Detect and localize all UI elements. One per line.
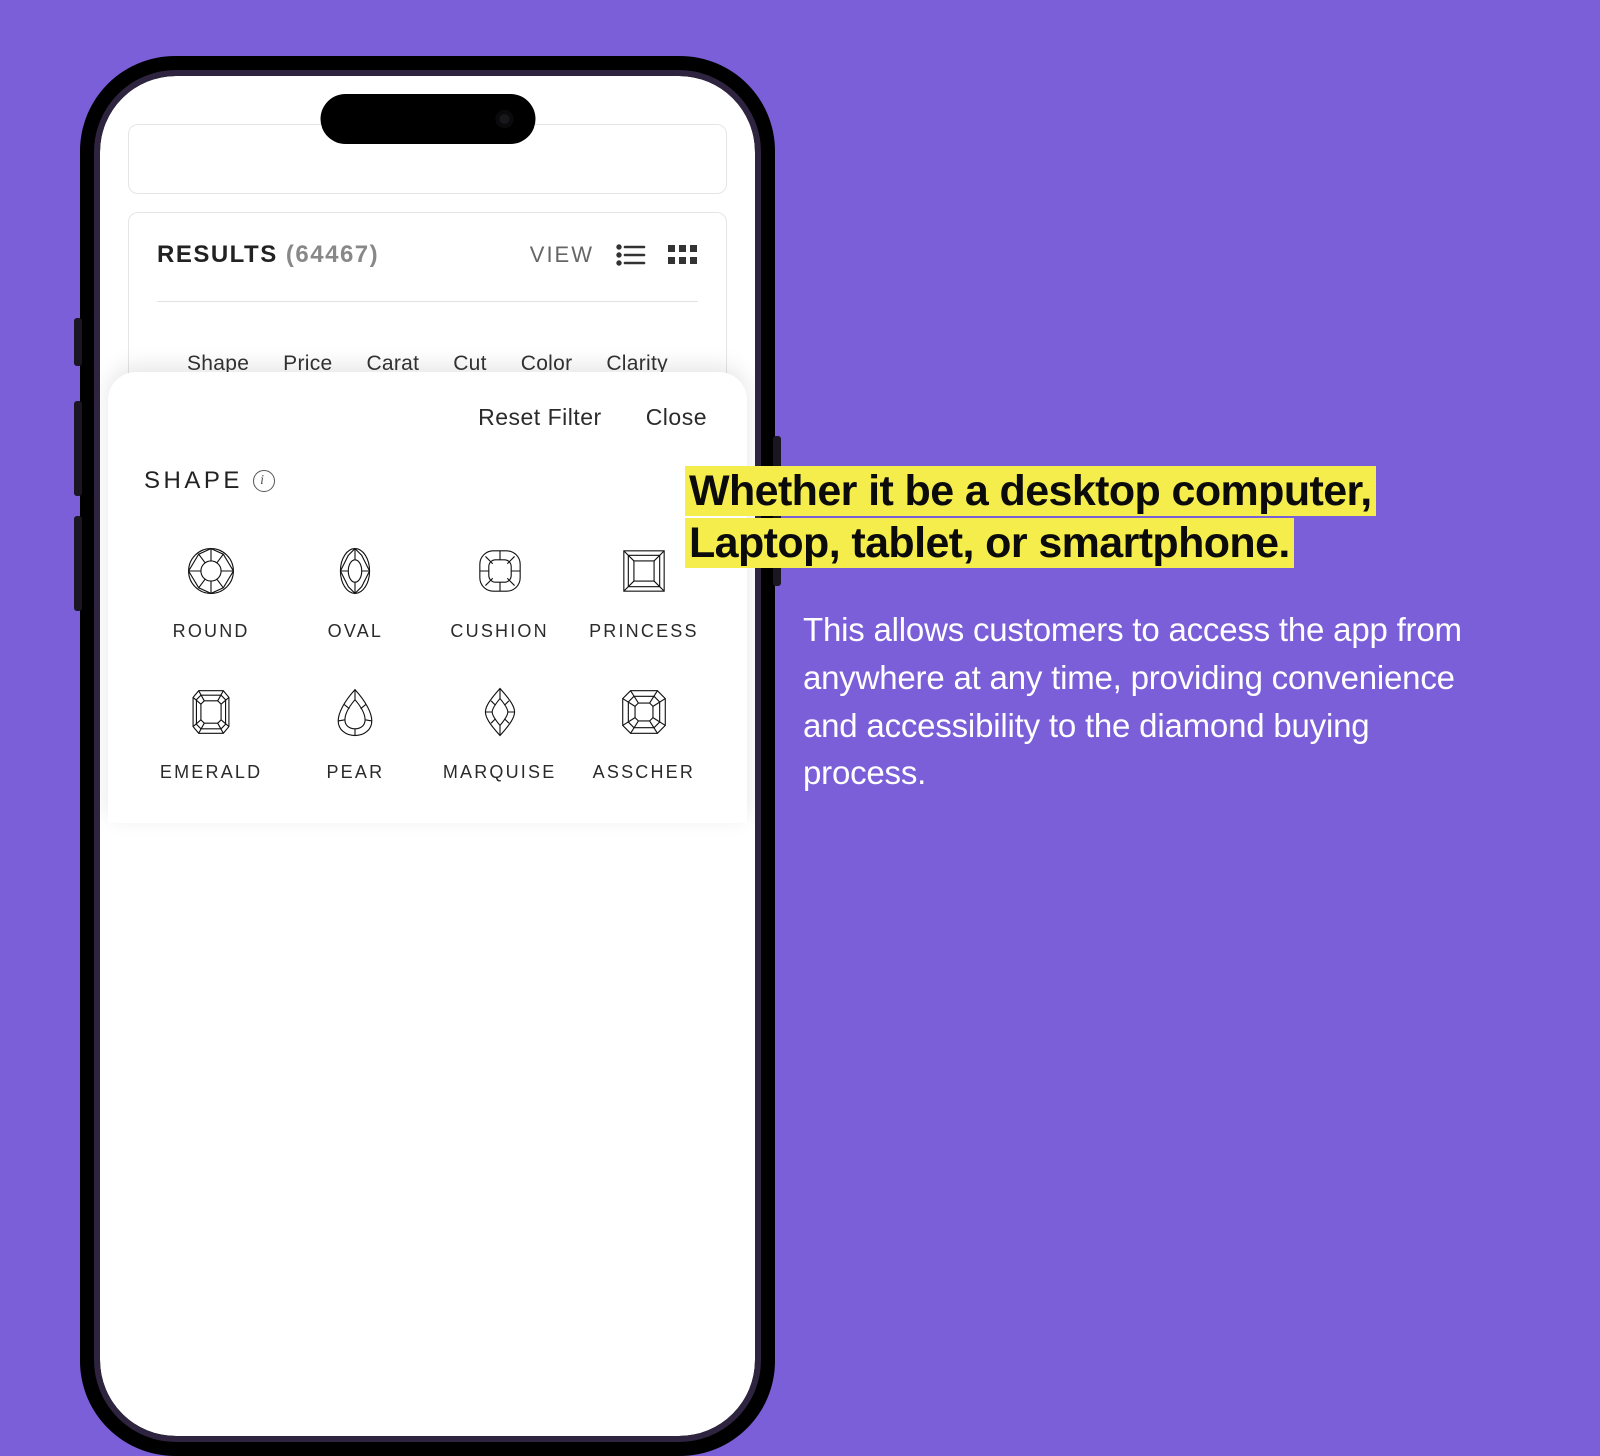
princess-icon	[616, 543, 672, 599]
shape-marquise[interactable]: MARQUISE	[433, 684, 567, 783]
results-title: RESULTS (64467)	[157, 241, 379, 269]
headline-line-1: Whether it be a desktop computer,	[685, 466, 1376, 516]
round-icon	[183, 543, 239, 599]
view-label: VIEW	[530, 242, 594, 268]
list-view-icon[interactable]	[616, 243, 646, 267]
results-label: RESULTS	[157, 241, 278, 268]
shape-round[interactable]: ROUND	[144, 543, 278, 642]
oval-icon	[327, 543, 383, 599]
shape-label: CUSHION	[450, 621, 548, 642]
marketing-copy: Whether it be a desktop computer, Laptop…	[685, 465, 1535, 797]
body-text: This allows customers to access the app …	[803, 606, 1483, 797]
shape-label: EMERALD	[160, 762, 262, 783]
results-count: (64467)	[286, 241, 379, 268]
sheet-title: SHAPE	[144, 467, 243, 495]
shape-emerald[interactable]: EMERALD	[144, 684, 278, 783]
close-button[interactable]: Close	[646, 404, 707, 431]
cushion-icon	[472, 543, 528, 599]
grid-view-icon[interactable]	[668, 243, 698, 267]
shape-filter-sheet: Reset Filter Close SHAPE i	[108, 372, 747, 823]
headline: Whether it be a desktop computer, Laptop…	[685, 465, 1535, 570]
phone-notch	[320, 94, 535, 144]
shape-cushion[interactable]: CUSHION	[433, 543, 567, 642]
shape-label: OVAL	[328, 621, 384, 642]
phone-side-button	[74, 318, 82, 366]
app-root: RESULTS (64467) VIEW	[100, 76, 755, 1436]
shape-grid: ROUND OVAL	[144, 543, 711, 783]
shape-label: PEAR	[326, 762, 384, 783]
shape-pear[interactable]: PEAR	[288, 684, 422, 783]
emerald-icon	[183, 684, 239, 740]
marquise-icon	[472, 684, 528, 740]
phone-frame: RESULTS (64467) VIEW	[80, 56, 775, 1456]
phone-side-button	[74, 516, 82, 611]
shape-label: ROUND	[173, 621, 250, 642]
headline-line-2: Laptop, tablet, or smartphone.	[685, 518, 1294, 568]
shape-label: ASSCHER	[593, 762, 695, 783]
sheet-title-row: SHAPE i	[144, 467, 711, 495]
info-icon[interactable]: i	[253, 470, 275, 492]
shape-oval[interactable]: OVAL	[288, 543, 422, 642]
shape-label: MARQUISE	[443, 762, 557, 783]
reset-filter-button[interactable]: Reset Filter	[478, 404, 602, 431]
shape-label: PRINCESS	[589, 621, 699, 642]
phone-side-button	[74, 401, 82, 496]
phone-screen: RESULTS (64467) VIEW	[100, 76, 755, 1436]
asscher-icon	[616, 684, 672, 740]
pear-icon	[327, 684, 383, 740]
